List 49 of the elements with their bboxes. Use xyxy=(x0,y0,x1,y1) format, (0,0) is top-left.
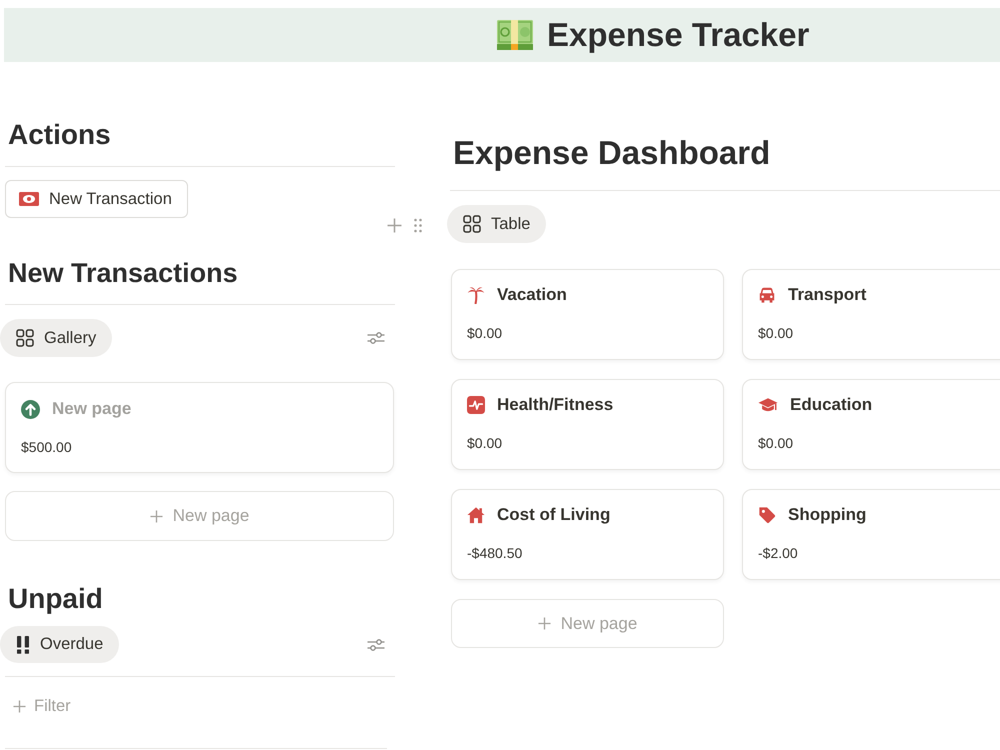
view-tab[interactable]: Gallery xyxy=(0,319,112,357)
sliders-icon[interactable] xyxy=(367,332,385,344)
sliders-icon[interactable] xyxy=(367,638,385,650)
category-card[interactable]: Shopping -$2.00 xyxy=(742,489,1000,580)
card-amount: $0.00 xyxy=(467,434,502,453)
card-title: Education xyxy=(790,394,872,416)
plus-icon xyxy=(13,700,26,712)
page-title: Expense Tracker xyxy=(547,15,810,55)
page-card[interactable]: New page $500.00 xyxy=(5,382,394,473)
card-title: New page xyxy=(52,398,132,420)
card-title: Health/Fitness xyxy=(497,394,614,416)
house-icon xyxy=(467,506,485,524)
card-title: Shopping xyxy=(788,504,866,526)
view-tab[interactable]: Table xyxy=(447,205,546,243)
arrow-up-circle-icon xyxy=(21,400,40,418)
category-card[interactable]: Education $0.00 xyxy=(742,379,1000,470)
grid-icon xyxy=(16,329,34,347)
plus-icon[interactable] xyxy=(387,218,402,233)
grid-icon xyxy=(463,215,481,233)
card-title: Vacation xyxy=(497,284,567,306)
section-heading: Unpaid xyxy=(7,582,104,616)
double-exclamation-icon xyxy=(16,636,30,654)
category-card[interactable]: Health/Fitness $0.00 xyxy=(451,379,724,470)
card-amount: $0.00 xyxy=(467,324,502,343)
palm-tree-icon xyxy=(467,286,485,304)
category-card[interactable]: Vacation $0.00 xyxy=(451,269,724,360)
card-title: Transport xyxy=(788,284,866,306)
pulse-icon xyxy=(467,396,485,414)
view-tab[interactable]: Overdue xyxy=(0,626,120,663)
new-transaction-button[interactable]: New Transaction xyxy=(5,180,188,218)
plus-icon xyxy=(538,617,551,630)
section-heading: Actions xyxy=(7,118,112,152)
plus-icon xyxy=(150,510,163,522)
card-amount: $0.00 xyxy=(758,324,794,343)
card-amount: $0.00 xyxy=(758,434,794,453)
card-amount: -$2.00 xyxy=(758,544,798,563)
category-card[interactable]: Transport $0.00 xyxy=(742,269,1000,360)
banknote-icon xyxy=(19,192,39,206)
card-amount: $500.00 xyxy=(21,438,72,457)
card-amount: -$480.50 xyxy=(467,544,522,563)
banknote-icon xyxy=(497,20,533,50)
category-card[interactable]: Cost of Living -$480.50 xyxy=(451,489,724,580)
car-icon xyxy=(758,286,776,304)
tag-icon xyxy=(758,506,776,524)
section-heading: Expense Dashboard xyxy=(452,133,772,173)
card-title: Cost of Living xyxy=(497,504,610,526)
graduation-cap-icon xyxy=(758,396,778,414)
drag-handle-icon[interactable] xyxy=(414,218,422,233)
section-heading: New Transactions xyxy=(7,257,239,290)
